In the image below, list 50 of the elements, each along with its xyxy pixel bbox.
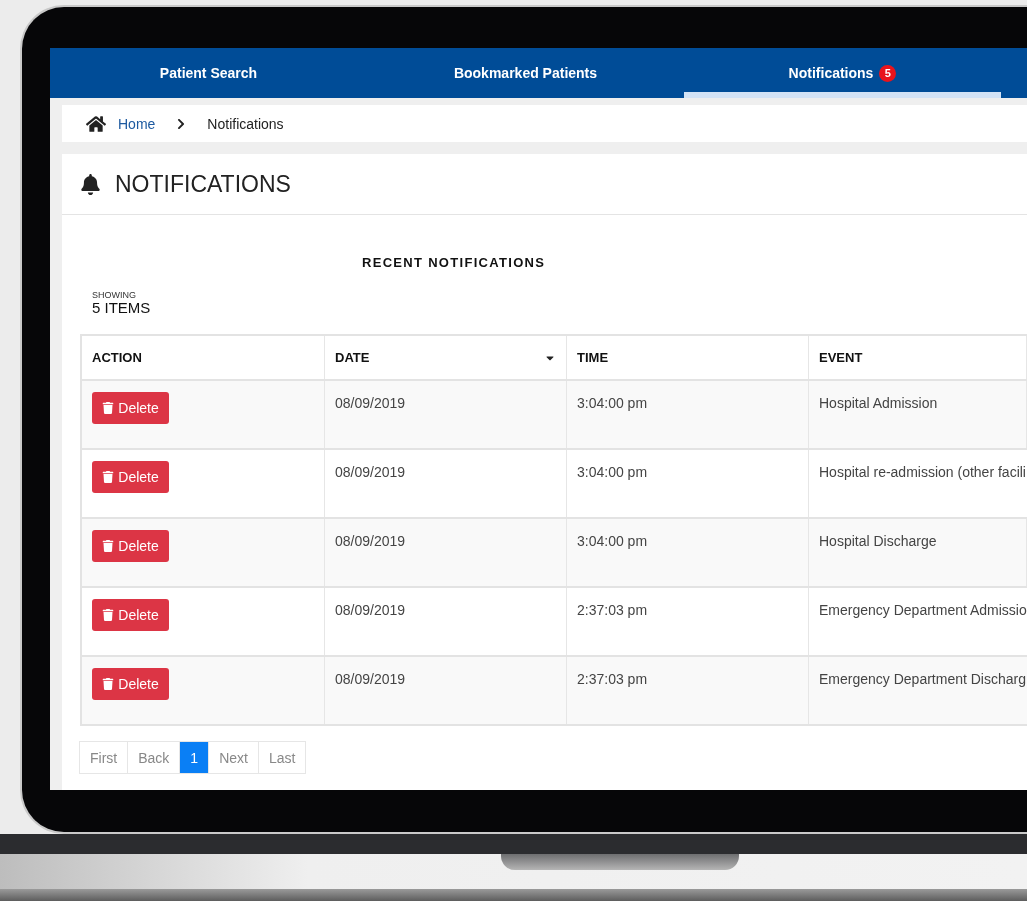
column-header[interactable]: EVENT [809, 336, 1027, 379]
event-cell: Emergency Department Discharg [819, 671, 1026, 687]
bell-icon [80, 173, 101, 195]
home-icon [86, 113, 106, 134]
page-button[interactable]: Back [127, 741, 181, 774]
nav-tab[interactable]: Notifications 5 [684, 48, 1001, 98]
showing-label: SHOWING [92, 290, 137, 300]
date-cell: 08/09/2019 [335, 395, 406, 411]
page-button[interactable]: Last [257, 741, 307, 774]
page-button[interactable]: 1 [179, 741, 210, 774]
event-cell: Hospital Discharge [819, 533, 937, 549]
delete-button[interactable]: Delete [92, 461, 169, 493]
column-label: ACTION [92, 350, 142, 365]
delete-button[interactable]: Delete [92, 599, 169, 631]
time-cell: 2:37:03 pm [577, 671, 648, 687]
event-cell: Hospital Admission [819, 395, 938, 411]
trash-icon [102, 471, 115, 483]
event-cell: Emergency Department Admissio [819, 602, 1027, 618]
section-title: RECENT NOTIFICATIONS [361, 255, 547, 270]
date-cell: 08/09/2019 [335, 533, 406, 549]
trash-icon [102, 540, 115, 552]
count-badge: 5 [879, 64, 897, 82]
delete-button[interactable]: Delete [92, 392, 169, 424]
time-cell: 3:04:00 pm [577, 464, 648, 480]
nav-tab[interactable]: Patient Search [50, 48, 367, 98]
column-label: TIME [577, 350, 609, 365]
date-cell: 08/09/2019 [335, 464, 406, 480]
column-label: EVENT [819, 350, 863, 365]
trash-icon [102, 609, 115, 621]
column-header[interactable]: TIME [567, 336, 809, 379]
event-cell: Hospital re-admission (other facili [819, 464, 1026, 480]
delete-button[interactable]: Delete [92, 530, 169, 562]
column-label: DATE [335, 350, 370, 365]
nav-tab[interactable]: Bookmarked Patients [367, 48, 684, 98]
column-header[interactable]: ACTION [82, 336, 325, 379]
page-button[interactable]: Next [208, 741, 259, 774]
page-button[interactable]: First [79, 741, 129, 774]
page-title: NOTIFICATIONS [115, 170, 291, 198]
item-count: 5 ITEMS [92, 299, 152, 316]
date-cell: 08/09/2019 [335, 602, 406, 618]
time-cell: 2:37:03 pm [577, 602, 648, 618]
column-header[interactable]: DATE [325, 336, 567, 379]
breadcrumb-current: Notifications [207, 115, 284, 132]
delete-button[interactable]: Delete [92, 668, 169, 700]
trash-icon [102, 678, 115, 690]
trash-icon [102, 402, 115, 414]
time-cell: 3:04:00 pm [577, 395, 648, 411]
breadcrumb-link[interactable]: Home [118, 115, 156, 132]
time-cell: 3:04:00 pm [577, 533, 648, 549]
date-cell: 08/09/2019 [335, 671, 406, 687]
